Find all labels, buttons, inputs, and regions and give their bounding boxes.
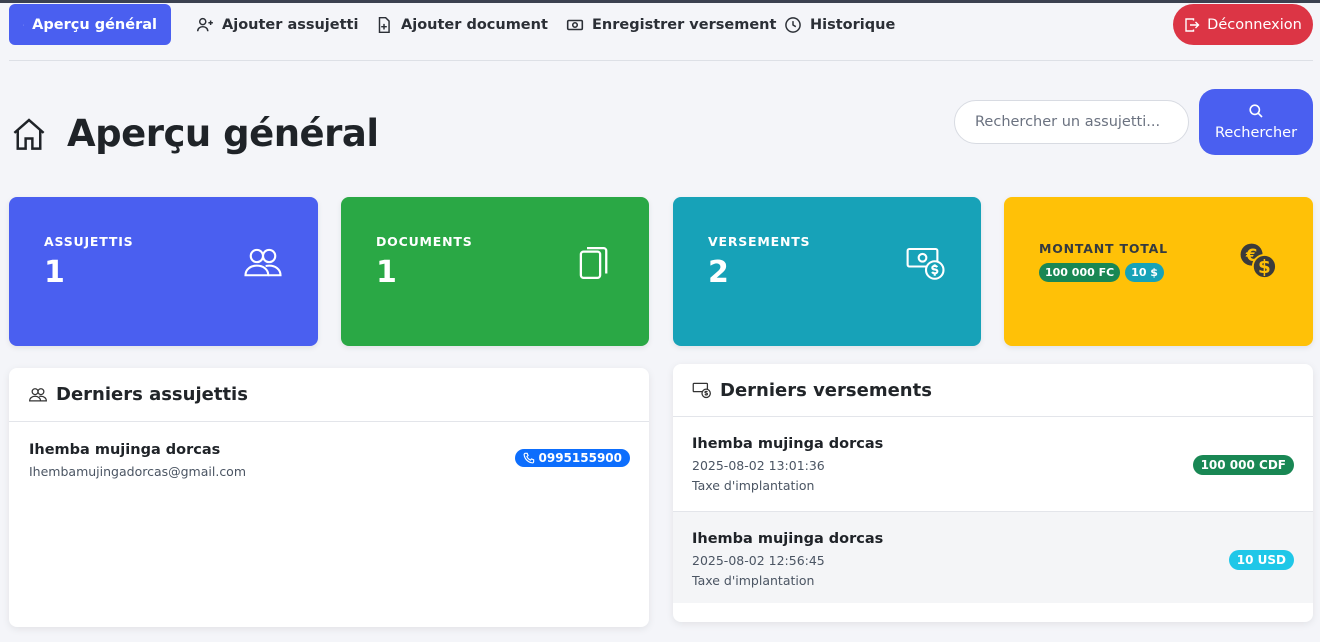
home-icon	[13, 117, 45, 150]
stat-label: DOCUMENTS	[376, 234, 473, 249]
nav-item-label: Historique	[810, 16, 896, 33]
search-button-label: Rechercher	[1214, 125, 1298, 141]
nav-item-history[interactable]: Historique	[770, 4, 909, 45]
payment-amount-badge: 100 000 CDF	[1192, 455, 1294, 475]
stat-value: 1	[44, 255, 65, 290]
user-plus-icon	[196, 17, 213, 31]
people-icon	[29, 387, 47, 401]
list-item[interactable]: Ihemba mujinga dorcas 2025-08-02 12:56:4…	[673, 511, 1313, 603]
search-icon	[1249, 104, 1263, 118]
amount-badges: 100 000 FC 10 $	[1039, 263, 1164, 282]
stat-label: MONTANT TOTAL	[1039, 241, 1168, 256]
payment-description: Taxe d'implantation	[692, 573, 815, 588]
logout-button[interactable]: Déconnexion	[1173, 4, 1313, 45]
nav-item-overview[interactable]: Aperçu général	[9, 4, 171, 45]
stat-label: ASSUJETTIS	[44, 234, 134, 249]
stat-card-payments: VERSEMENTS 2	[673, 197, 981, 346]
logout-icon	[1185, 17, 1200, 32]
stat-card-taxpayers: ASSUJETTIS 1	[9, 197, 318, 346]
nav-item-add-document[interactable]: Ajouter document	[361, 4, 562, 45]
files-icon	[579, 246, 608, 280]
nav-item-label: Enregistrer versement	[592, 16, 777, 33]
nav-divider	[9, 60, 1313, 61]
payment-amount-badge: 10 USD	[1228, 550, 1294, 570]
amount-badge-usd: 10 $	[1125, 263, 1164, 282]
cash-stack-icon	[692, 382, 711, 399]
payment-description: Taxe d'implantation	[692, 478, 815, 493]
panel-title: Derniers assujettis	[56, 384, 248, 405]
page-title: Aperçu général	[11, 112, 379, 155]
list-item[interactable]: Ihemba mujinga dorcas 2025-08-02 13:01:3…	[673, 417, 1313, 511]
payer-name: Ihemba mujinga dorcas	[692, 531, 884, 547]
nav-item-record-payment[interactable]: Enregistrer versement	[552, 4, 790, 45]
page-title-text: Aperçu général	[67, 112, 379, 155]
nav-item-add-taxpayer[interactable]: Ajouter assujetti	[182, 4, 372, 45]
window-top-border	[0, 0, 1320, 3]
search-input[interactable]	[954, 100, 1189, 144]
home-icon	[23, 23, 25, 25]
stat-card-documents: DOCUMENTS 1	[341, 197, 649, 346]
top-nav: Aperçu général Ajouter assujetti Ajouter…	[9, 4, 1313, 46]
people-icon	[244, 248, 282, 277]
nav-item-label: Aperçu général	[32, 16, 157, 33]
recent-payments-panel: Derniers versements Ihemba mujinga dorca…	[673, 364, 1313, 622]
clock-icon	[785, 16, 801, 33]
stat-value: 1	[376, 255, 397, 290]
list-item[interactable]: Ihemba mujinga dorcas Ihembamujingadorca…	[9, 422, 649, 492]
stat-label: VERSEMENTS	[708, 234, 811, 249]
stat-value: 2	[708, 255, 729, 290]
phone-badge: 0995155900	[514, 449, 630, 467]
stat-card-total-amount: MONTANT TOTAL 100 000 FC 10 $ € $	[1004, 197, 1313, 346]
svg-text:$: $	[1258, 257, 1271, 278]
coins-icon: €$	[1240, 243, 1277, 279]
panel-header: Derniers versements	[673, 364, 1313, 417]
panel-title: Derniers versements	[720, 379, 932, 401]
amount-badge-fc: 100 000 FC	[1039, 263, 1121, 282]
payer-name: Ihemba mujinga dorcas	[692, 436, 884, 452]
logout-label: Déconnexion	[1207, 16, 1302, 33]
phone-icon	[523, 452, 534, 464]
file-plus-icon	[378, 16, 390, 33]
phone-number: 0995155900	[538, 451, 623, 465]
search-button[interactable]: Rechercher	[1199, 89, 1313, 155]
cash-stack-icon	[906, 247, 945, 280]
panel-header: Derniers assujettis	[9, 368, 649, 422]
recent-taxpayers-panel: Derniers assujettis Ihemba mujinga dorca…	[9, 368, 649, 627]
nav-item-label: Ajouter assujetti	[222, 16, 359, 33]
cash-icon	[566, 19, 584, 30]
payment-date: 2025-08-02 12:56:45	[692, 553, 825, 568]
nav-item-label: Ajouter document	[401, 16, 548, 33]
